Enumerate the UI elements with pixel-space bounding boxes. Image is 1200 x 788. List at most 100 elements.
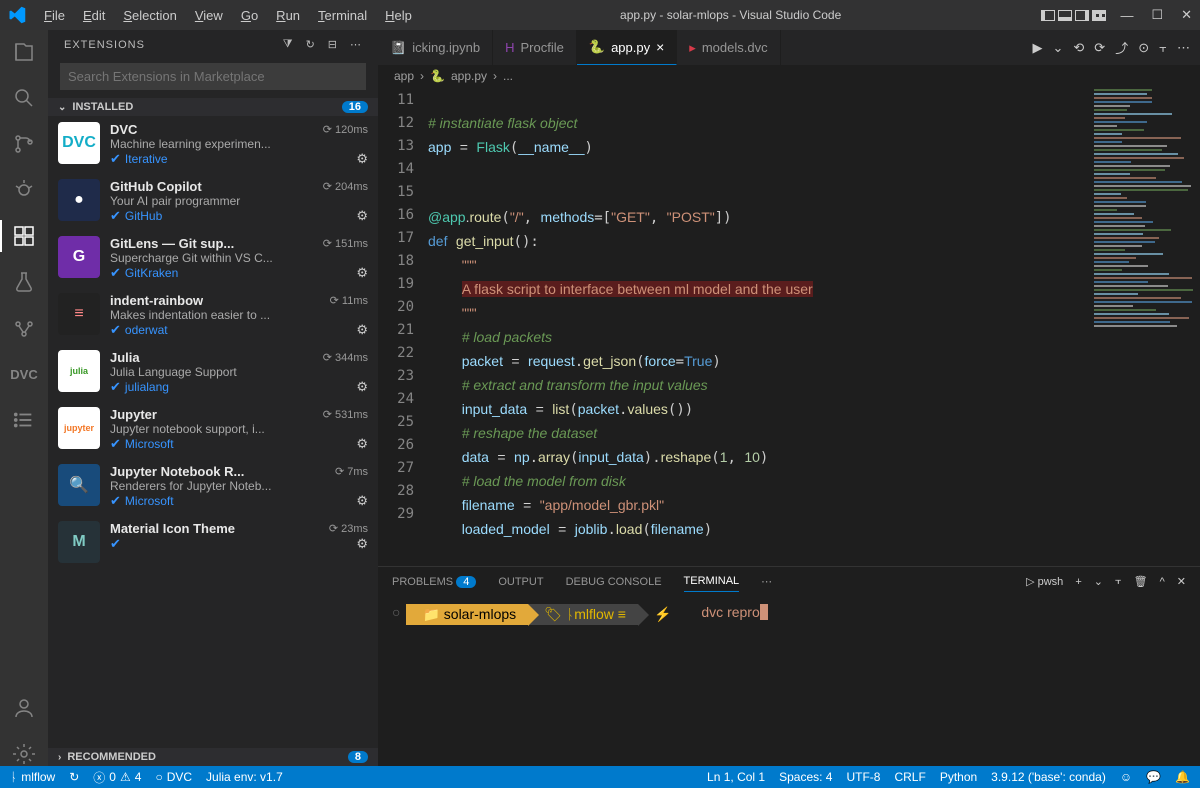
search-input[interactable] xyxy=(60,63,366,90)
extension-item[interactable]: M Material Icon Theme⟳ 23ms ✔⚙ xyxy=(48,515,378,569)
step-icon[interactable]: ⤴ xyxy=(1115,38,1128,57)
extension-desc: Renderers for Jupyter Noteb... xyxy=(110,479,368,493)
status-dvc[interactable]: ○ DVC xyxy=(155,770,192,784)
account-icon[interactable] xyxy=(12,696,36,720)
minimap[interactable] xyxy=(1090,87,1200,566)
editor-tab[interactable]: HProcfile xyxy=(493,30,577,65)
menu-view[interactable]: View xyxy=(187,4,231,27)
chevron-down-icon: ⌄ xyxy=(58,102,66,113)
sidebar: EXTENSIONS ⧩ ↻ ⊟ ⋯ ⌄ INSTALLED 16 DVC DV… xyxy=(48,30,378,766)
panel-tab-debug[interactable]: DEBUG CONSOLE xyxy=(566,572,662,592)
installed-header[interactable]: ⌄ INSTALLED 16 xyxy=(48,98,378,116)
code-content[interactable]: # instantiate flask object app = Flask(_… xyxy=(428,87,1090,566)
new-terminal-icon[interactable]: + xyxy=(1075,576,1081,588)
extension-item[interactable]: 🔍 Jupyter Notebook R...⟳ 7ms Renderers f… xyxy=(48,458,378,515)
clear-icon[interactable]: ⊟ xyxy=(328,38,338,51)
recommended-header[interactable]: › RECOMMENDED 8 xyxy=(48,748,378,766)
status-branch[interactable]: ᚿ mlflow xyxy=(10,770,55,784)
explorer-icon[interactable] xyxy=(12,40,36,64)
menu-file[interactable]: File xyxy=(36,4,73,27)
close-panel-icon[interactable]: ✕ xyxy=(1177,575,1186,588)
debug-icon[interactable] xyxy=(12,178,36,202)
maximize-panel-icon[interactable]: ^ xyxy=(1160,576,1165,588)
connections-icon[interactable] xyxy=(12,316,36,340)
layout-bottom-icon[interactable] xyxy=(1058,10,1072,21)
settings-icon[interactable] xyxy=(12,742,36,766)
status-spaces[interactable]: Spaces: 4 xyxy=(779,770,832,784)
gear-icon[interactable]: ⚙ xyxy=(356,208,368,224)
gear-icon[interactable]: ⚙ xyxy=(356,265,368,281)
gear-icon[interactable]: ⚙ xyxy=(356,536,368,552)
status-language[interactable]: Python xyxy=(940,770,977,784)
flask-icon[interactable] xyxy=(12,270,36,294)
dvc-icon[interactable]: DVC xyxy=(12,362,36,386)
extension-icon: jupyter xyxy=(58,407,100,449)
close-icon[interactable]: × xyxy=(656,39,664,55)
more-icon[interactable]: ⋯ xyxy=(1177,40,1190,56)
menu-terminal[interactable]: Terminal xyxy=(310,4,375,27)
status-julia[interactable]: Julia env: v1.7 xyxy=(206,770,283,784)
status-python-env[interactable]: 3.9.12 ('base': conda) xyxy=(991,770,1106,784)
panel-tab-output[interactable]: OUTPUT xyxy=(498,572,543,592)
editor-tab[interactable]: 📓icking.ipynb xyxy=(378,30,493,65)
trash-icon[interactable]: 🗑 xyxy=(1134,575,1148,588)
extension-item[interactable]: DVC DVC⟳ 120ms Machine learning experime… xyxy=(48,116,378,173)
filter-icon[interactable]: ⧩ xyxy=(283,38,294,51)
refresh-icon[interactable]: ↻ xyxy=(306,38,316,51)
extension-item[interactable]: jupyter Jupyter⟳ 531ms Jupyter notebook … xyxy=(48,401,378,458)
layout-grid-icon[interactable] xyxy=(1092,10,1106,21)
layout-left-icon[interactable] xyxy=(1041,10,1055,21)
layout-right-icon[interactable] xyxy=(1075,10,1089,21)
editor-tab[interactable]: ▸models.dvc xyxy=(677,30,780,65)
close-button[interactable]: ✕ xyxy=(1181,7,1192,23)
recommended-count-badge: 8 xyxy=(348,751,368,763)
status-sync[interactable]: ↻ xyxy=(69,770,79,784)
dropdown-icon[interactable]: ⌄ xyxy=(1094,575,1103,588)
run-dropdown-icon[interactable]: ⌄ xyxy=(1052,40,1063,56)
extension-item[interactable]: julia Julia⟳ 344ms Julia Language Suppor… xyxy=(48,344,378,401)
panel-tab-problems[interactable]: PROBLEMS 4 xyxy=(392,572,476,592)
menu-help[interactable]: Help xyxy=(377,4,420,27)
gear-icon[interactable]: ⚙ xyxy=(356,151,368,167)
status-eol[interactable]: CRLF xyxy=(894,770,925,784)
menu-run[interactable]: Run xyxy=(268,4,308,27)
extensions-icon[interactable] xyxy=(12,224,36,248)
breadcrumb[interactable]: app › 🐍app.py › ... xyxy=(378,65,1200,87)
status-feedback-icon[interactable]: ☺ xyxy=(1120,770,1132,784)
gear-icon[interactable]: ⚙ xyxy=(356,322,368,338)
file-icon: 🐍 xyxy=(589,39,605,55)
extension-item[interactable]: ≡ indent-rainbow⟳ 11ms Makes indentation… xyxy=(48,287,378,344)
more-icon[interactable]: ⋯ xyxy=(350,38,362,51)
status-encoding[interactable]: UTF-8 xyxy=(846,770,880,784)
status-bell-icon[interactable]: 🔔 xyxy=(1175,770,1190,784)
run-icon[interactable]: ▶ xyxy=(1032,40,1042,56)
status-line-col[interactable]: Ln 1, Col 1 xyxy=(707,770,765,784)
maximize-button[interactable]: ☐ xyxy=(1151,7,1163,23)
go-back-icon[interactable]: ⟲ xyxy=(1073,40,1084,56)
editor-tab[interactable]: 🐍app.py× xyxy=(577,30,677,65)
gear-icon[interactable]: ⚙ xyxy=(356,493,368,509)
menu-selection[interactable]: Selection xyxy=(115,4,184,27)
terminal-shell-label[interactable]: ▷ pwsh xyxy=(1026,575,1063,588)
status-comment-icon[interactable]: 💬 xyxy=(1146,770,1161,784)
gear-icon[interactable]: ⚙ xyxy=(356,436,368,452)
layout-controls[interactable] xyxy=(1041,10,1106,21)
extension-publisher: oderwat xyxy=(125,323,168,337)
go-forward-icon[interactable]: ⟳ xyxy=(1094,40,1105,56)
debug-icon[interactable]: ⊙ xyxy=(1138,40,1149,56)
extension-item[interactable]: G GitLens — Git sup...⟳ 151ms Supercharg… xyxy=(48,230,378,287)
panel-tab-terminal[interactable]: TERMINAL xyxy=(684,571,740,592)
menu-edit[interactable]: Edit xyxy=(75,4,113,27)
split-editor-icon[interactable]: ⫟ xyxy=(1159,40,1167,56)
list-icon[interactable] xyxy=(12,408,36,432)
minimize-button[interactable]: — xyxy=(1120,8,1133,23)
search-icon[interactable] xyxy=(12,86,36,110)
source-control-icon[interactable] xyxy=(12,132,36,156)
gear-icon[interactable]: ⚙ xyxy=(356,379,368,395)
status-errors[interactable]: ⓧ 0 ⚠ 4 xyxy=(93,769,141,786)
more-icon[interactable]: ⋯ xyxy=(761,575,772,588)
extension-item[interactable]: ● GitHub Copilot⟳ 204ms Your AI pair pro… xyxy=(48,173,378,230)
terminal[interactable]: ○ 📁 solar-mlops 🏷 ᚿmlflow ≡ ⚡ dvc repro xyxy=(378,596,1200,766)
menu-go[interactable]: Go xyxy=(233,4,266,27)
split-terminal-icon[interactable]: ⫟ xyxy=(1115,575,1122,588)
